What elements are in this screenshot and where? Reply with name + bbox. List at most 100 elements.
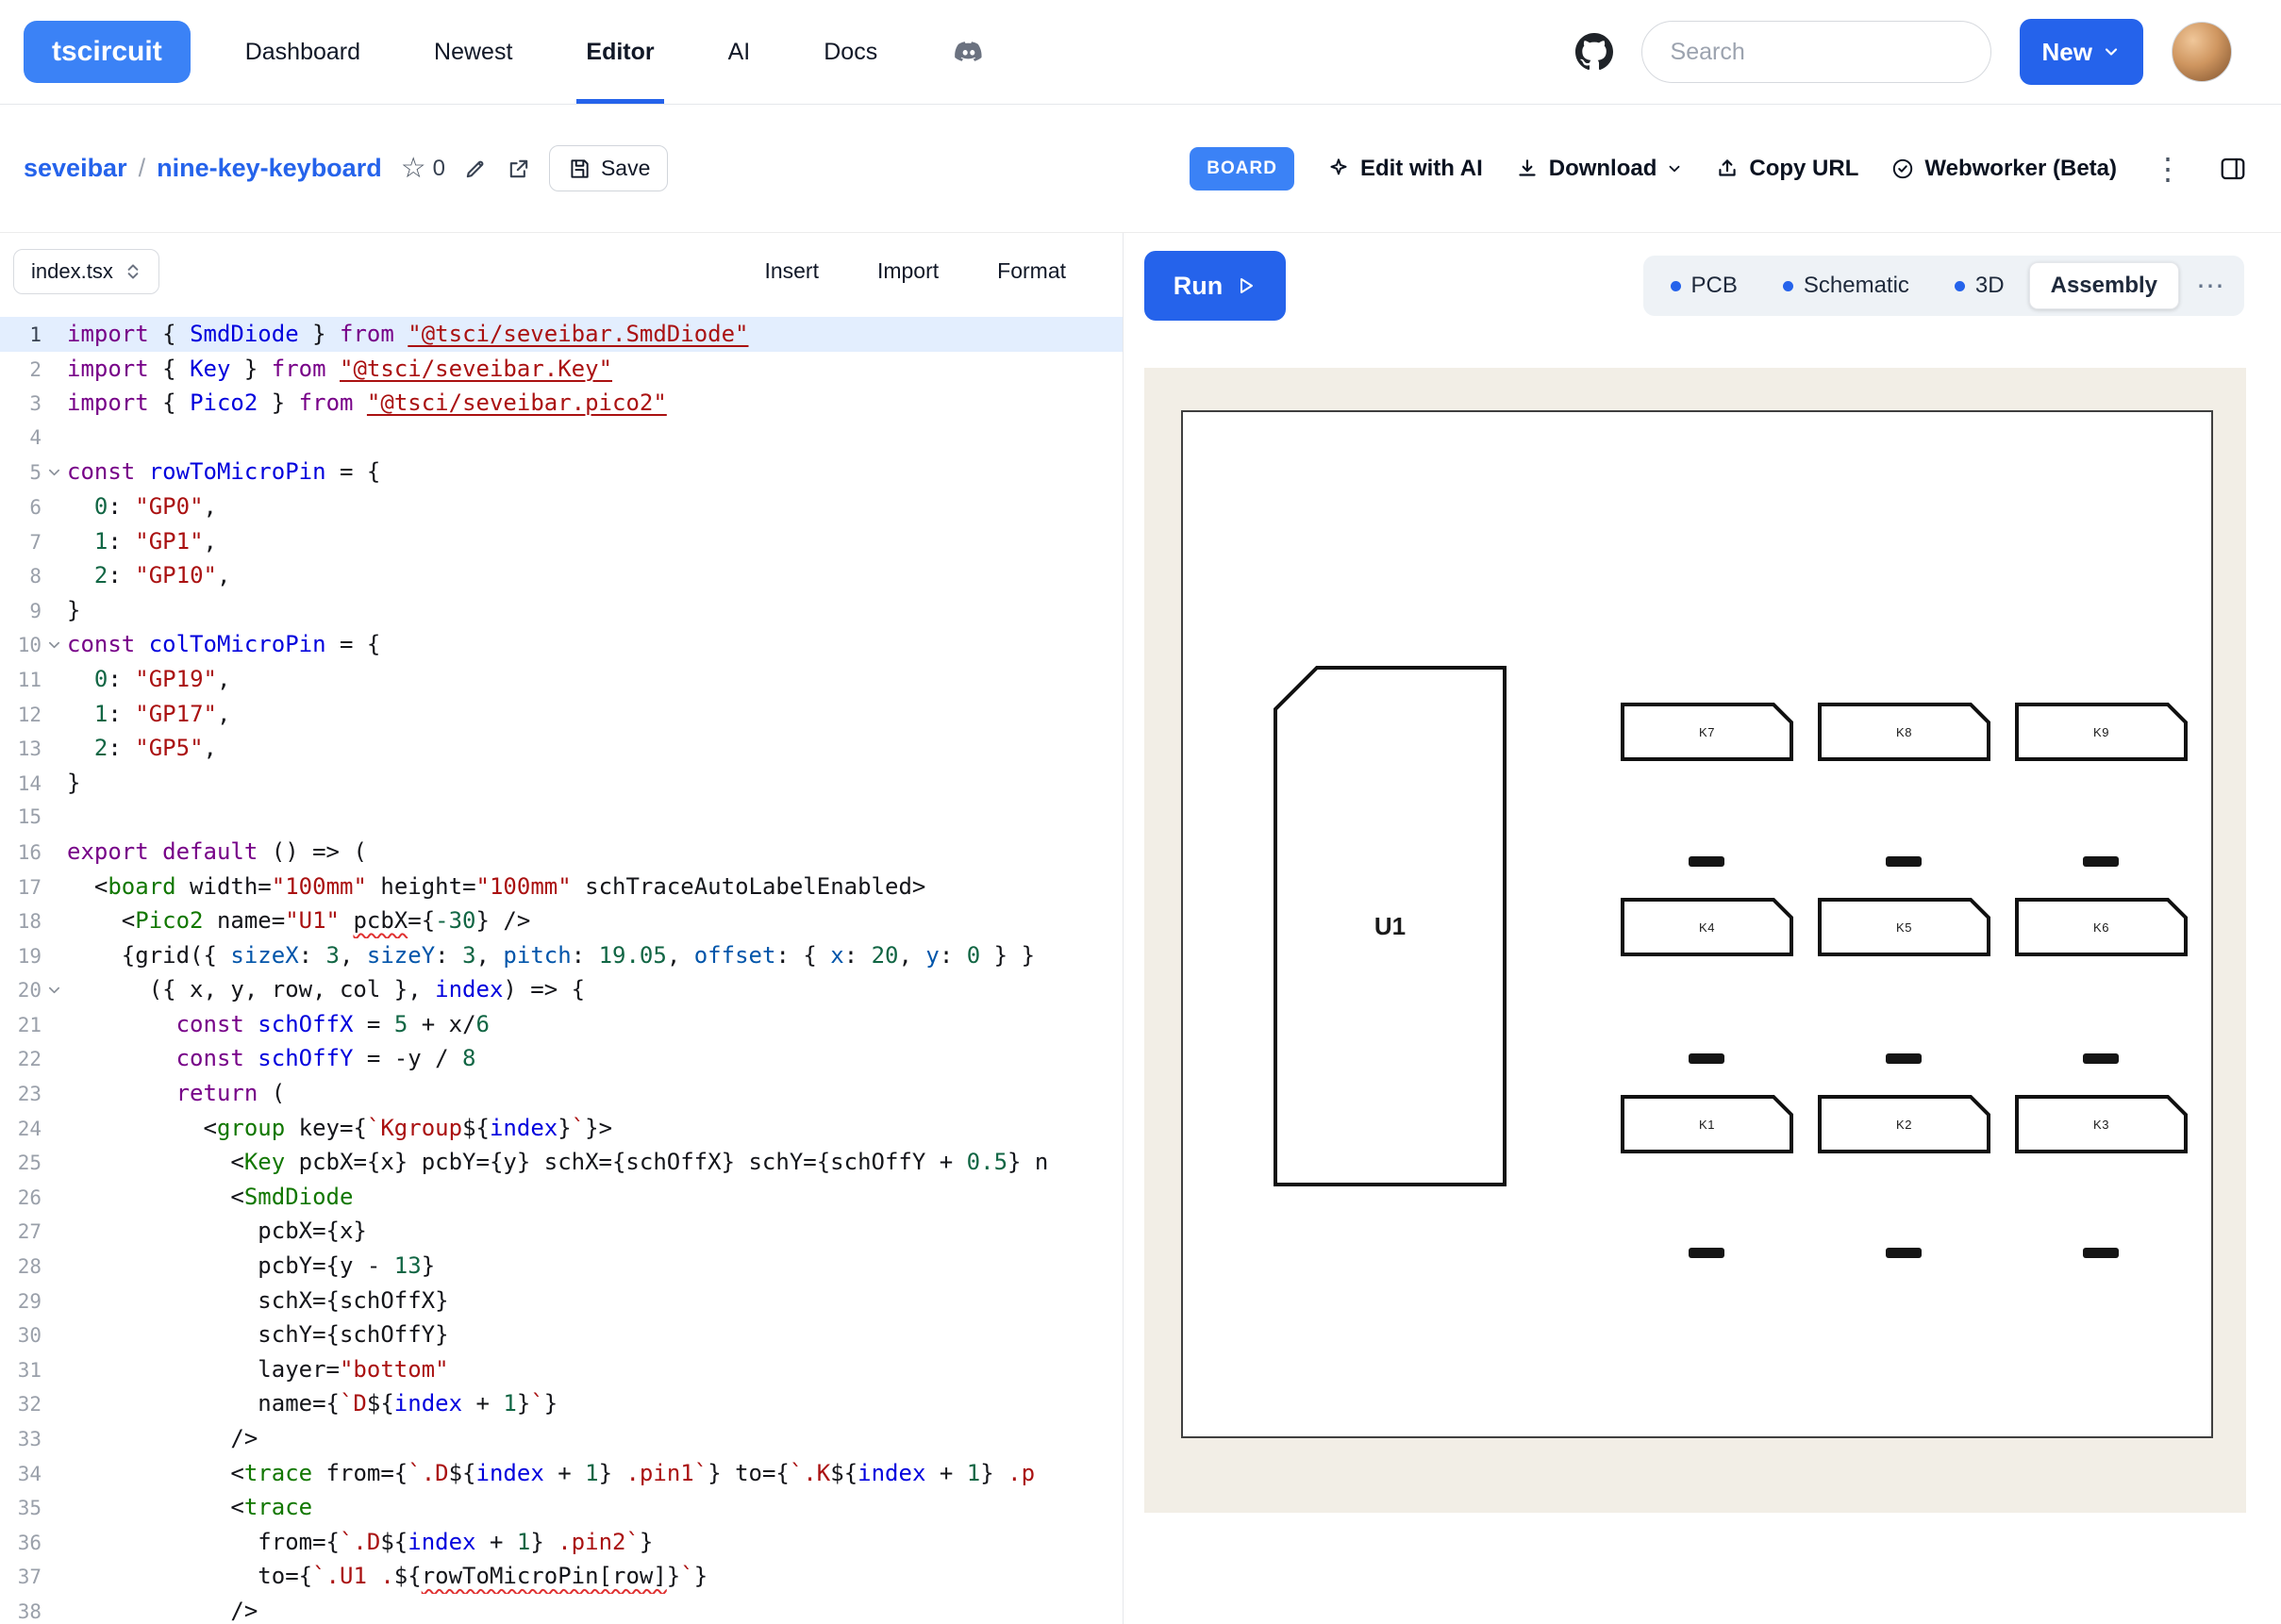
code-line[interactable]: 22 const schOffY = -y / 8 (0, 1041, 1123, 1076)
code-line[interactable]: 28 pcbY={y - 13} (0, 1249, 1123, 1284)
code-line[interactable]: 20 ({ x, y, row, col }, index) => { (0, 972, 1123, 1007)
nav-links: Dashboard Newest Editor AI Docs (245, 0, 988, 104)
code-line[interactable]: 27 pcbX={x} (0, 1214, 1123, 1249)
tabs-more-icon[interactable]: ⋯ (2183, 270, 2238, 303)
diode[interactable] (2083, 1248, 2119, 1258)
code-line[interactable]: 24 <group key={`Kgroup${index}`}> (0, 1111, 1123, 1146)
edit-with-ai-button[interactable]: Edit with AI (1326, 156, 1483, 182)
code-line[interactable]: 2import { Key } from "@tsci/seveibar.Key… (0, 352, 1123, 387)
download-button[interactable]: Download (1515, 156, 1684, 182)
breadcrumb-project-link[interactable]: nine-key-keyboard (157, 154, 382, 183)
copy-url-button[interactable]: Copy URL (1715, 156, 1858, 182)
avatar[interactable] (2172, 22, 2232, 82)
diode[interactable] (1886, 856, 1922, 867)
search-input[interactable] (1641, 21, 1991, 83)
nav-item-docs[interactable]: Docs (824, 0, 877, 104)
fold-toggle-icon[interactable] (42, 638, 67, 652)
key-k1[interactable]: K1 (1621, 1095, 1793, 1153)
code-line[interactable]: 10const colToMicroPin = { (0, 627, 1123, 662)
fold-toggle-icon[interactable] (42, 983, 67, 997)
diode[interactable] (1689, 1053, 1724, 1064)
code-line[interactable]: 23 return ( (0, 1076, 1123, 1111)
code-line[interactable]: 12 1: "GP17", (0, 697, 1123, 732)
code-line[interactable]: 34 <trace from={`.D${index + 1} .pin1`} … (0, 1456, 1123, 1491)
diode[interactable] (1886, 1053, 1922, 1064)
breadcrumb-owner-link[interactable]: seveibar (24, 154, 127, 183)
code-line[interactable]: 14} (0, 766, 1123, 801)
tscircuit-logo[interactable]: tscircuit (24, 21, 191, 83)
code-line[interactable]: 8 2: "GP10", (0, 558, 1123, 593)
diode[interactable] (2083, 1053, 2119, 1064)
code-line[interactable]: 30 schY={schOffY} (0, 1317, 1123, 1352)
code-line[interactable]: 37 to={`.U1 .${rowToMicroPin[row]}`} (0, 1559, 1123, 1594)
code-line[interactable]: 17 <board width="100mm" height="100mm" s… (0, 870, 1123, 904)
new-button[interactable]: New (2020, 19, 2143, 85)
save-button[interactable]: Save (549, 145, 668, 191)
code-line[interactable]: 5const rowToMicroPin = { (0, 455, 1123, 489)
key-k2[interactable]: K2 (1818, 1095, 1990, 1153)
code-line[interactable]: 29 schX={schOffX} (0, 1284, 1123, 1318)
panel-toggle-icon[interactable] (2219, 155, 2247, 183)
tab-assembly[interactable]: Assembly (2029, 262, 2179, 309)
diode[interactable] (1886, 1248, 1922, 1258)
nav-item-editor[interactable]: Editor (586, 0, 654, 104)
run-button[interactable]: Run (1144, 251, 1286, 321)
code-line[interactable]: 1import { SmdDiode } from "@tsci/seveiba… (0, 317, 1123, 352)
star-button[interactable]: ☆ 0 (401, 155, 445, 183)
code-line[interactable]: 36 from={`.D${index + 1} .pin2`} (0, 1525, 1123, 1560)
key-k9[interactable]: K9 (2015, 703, 2188, 761)
board-selector[interactable]: BOARD (1190, 147, 1294, 191)
code-line[interactable]: 11 0: "GP19", (0, 662, 1123, 697)
code-line[interactable]: 25 <Key pcbX={x} pcbY={y} schX={schOffX}… (0, 1145, 1123, 1180)
key-k8[interactable]: K8 (1818, 703, 1990, 761)
tab-3d[interactable]: 3D (1934, 262, 2025, 309)
rename-pencil-icon[interactable] (462, 156, 489, 182)
diode[interactable] (1689, 1248, 1724, 1258)
key-k7[interactable]: K7 (1621, 703, 1793, 761)
code-line-text: import { Pico2 } from "@tsci/seveibar.pi… (67, 386, 1123, 421)
nav-item-ai[interactable]: AI (728, 0, 751, 104)
code-line[interactable]: 13 2: "GP5", (0, 731, 1123, 766)
line-number: 28 (0, 1250, 42, 1284)
import-button[interactable]: Import (877, 258, 939, 284)
key-k5[interactable]: K5 (1818, 898, 1990, 956)
code-line[interactable]: 32 name={`D${index + 1}`} (0, 1386, 1123, 1421)
code-line[interactable]: 6 0: "GP0", (0, 489, 1123, 524)
key-k6[interactable]: K6 (2015, 898, 2188, 956)
code-line[interactable]: 4 (0, 421, 1123, 456)
code-line[interactable]: 21 const schOffX = 5 + x/6 (0, 1007, 1123, 1042)
key-k3[interactable]: K3 (2015, 1095, 2188, 1153)
tab-schematic[interactable]: Schematic (1762, 262, 1930, 309)
code-line[interactable]: 33 /> (0, 1421, 1123, 1456)
code-line[interactable]: 3import { Pico2 } from "@tsci/seveibar.p… (0, 386, 1123, 421)
fold-toggle-icon[interactable] (42, 465, 67, 479)
code-line[interactable]: 15 (0, 800, 1123, 835)
tab-pcb[interactable]: PCB (1650, 262, 1758, 309)
code-line[interactable]: 26 <SmdDiode (0, 1180, 1123, 1215)
assembly-canvas[interactable]: U1 K7 K8 K9 (1144, 368, 2246, 1513)
insert-button[interactable]: Insert (764, 258, 819, 284)
github-icon[interactable] (1575, 33, 1613, 71)
code-area[interactable]: 1import { SmdDiode } from "@tsci/seveiba… (0, 309, 1123, 1624)
code-line[interactable]: 19 {grid({ sizeX: 3, sizeY: 3, pitch: 19… (0, 938, 1123, 973)
nav-item-dashboard[interactable]: Dashboard (245, 0, 360, 104)
code-line[interactable]: 38 /> (0, 1594, 1123, 1624)
format-button[interactable]: Format (997, 258, 1066, 284)
diode[interactable] (2083, 856, 2119, 867)
code-line[interactable]: 18 <Pico2 name="U1" pcbX={-30} /> (0, 903, 1123, 938)
chip-u1[interactable]: U1 (1274, 666, 1507, 1186)
more-options-kebab-icon[interactable]: ⋮ (2149, 151, 2187, 187)
key-k4[interactable]: K4 (1621, 898, 1793, 956)
code-line[interactable]: 16export default () => ( (0, 835, 1123, 870)
code-line[interactable]: 35 <trace (0, 1490, 1123, 1525)
diode[interactable] (1689, 856, 1724, 867)
webworker-button[interactable]: Webworker (Beta) (1890, 156, 2117, 182)
code-line[interactable]: 7 1: "GP1", (0, 524, 1123, 559)
discord-icon[interactable] (951, 34, 987, 70)
nav-item-newest[interactable]: Newest (434, 0, 512, 104)
share-icon[interactable] (506, 156, 532, 182)
line-number: 8 (0, 559, 42, 594)
code-line[interactable]: 31 layer="bottom" (0, 1352, 1123, 1387)
code-line[interactable]: 9} (0, 593, 1123, 628)
file-tab-selector[interactable]: index.tsx (13, 249, 159, 294)
